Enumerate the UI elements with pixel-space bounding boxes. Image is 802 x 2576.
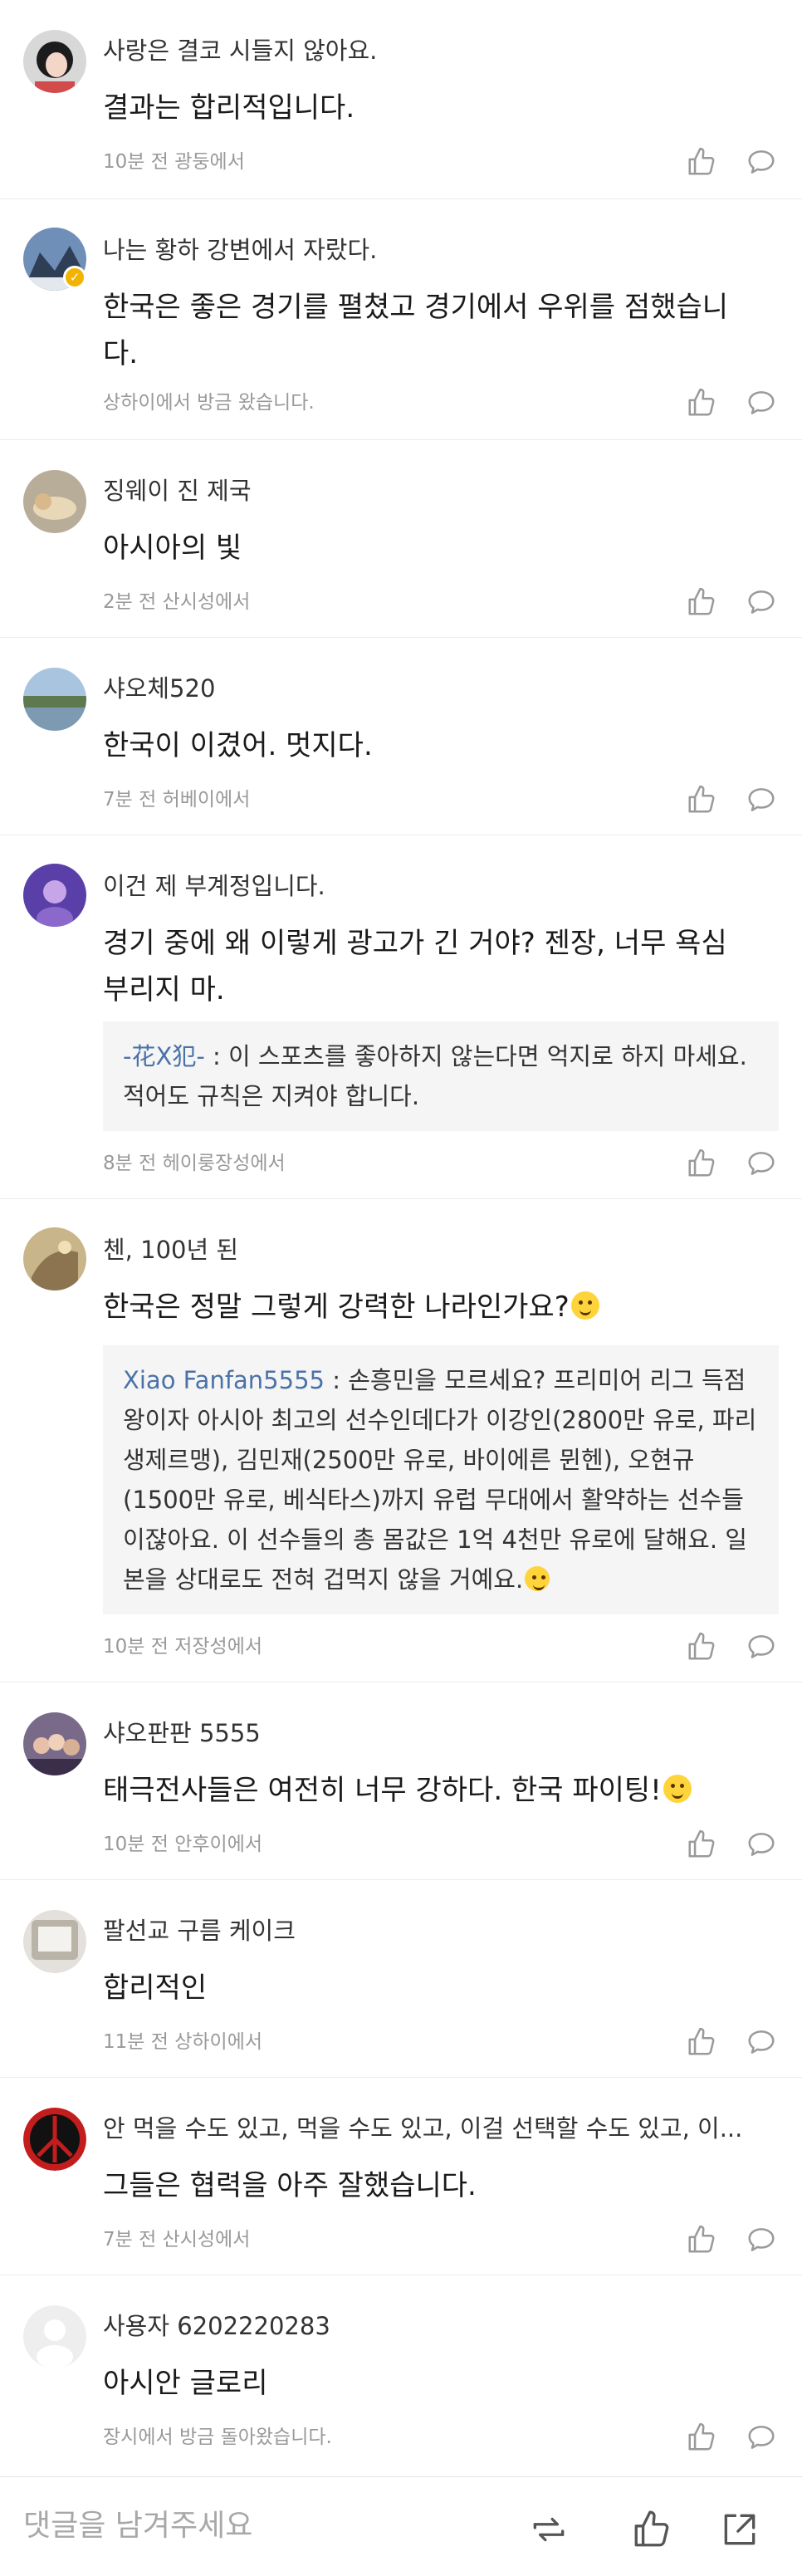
comment-item: 샤오판판 5555 태극전사들은 여전히 너무 강하다. 한국 파이팅! 10분… bbox=[0, 1682, 802, 1880]
avatar[interactable] bbox=[23, 1712, 86, 1775]
comment-username[interactable]: 첸, 100년 된 bbox=[103, 1234, 769, 1266]
comment-item: 첸, 100년 된 한국은 정말 그렇게 강력한 나라인가요? Xiao Fan… bbox=[0, 1199, 802, 1682]
comment-meta: 10분 전 광둥에서 bbox=[103, 151, 245, 173]
reply-username[interactable]: -花X犯- bbox=[123, 1042, 205, 1070]
comment-input[interactable]: 댓글을 남겨주세요 bbox=[23, 2505, 252, 2547]
like-icon[interactable] bbox=[686, 784, 717, 815]
like-icon[interactable] bbox=[686, 387, 717, 419]
comment-meta: 7분 전 허베이에서 bbox=[103, 789, 251, 811]
like-icon[interactable] bbox=[686, 1148, 717, 1179]
reply-icon[interactable] bbox=[746, 387, 777, 419]
comment-feed: 사랑은 결코 시들지 않아요. 결과는 합리적입니다. 10분 전 광둥에서 ✓… bbox=[0, 0, 802, 2476]
like-icon[interactable] bbox=[686, 2422, 717, 2453]
repost-icon[interactable] bbox=[528, 2509, 570, 2550]
comment-username[interactable]: 징웨이 진 제국 bbox=[103, 475, 769, 507]
reply-icon[interactable] bbox=[746, 146, 777, 178]
comment-meta: 2분 전 산시성에서 bbox=[103, 591, 251, 613]
avatar[interactable] bbox=[23, 668, 86, 731]
reply-box[interactable]: Xiao Fanfan5555 : 손흥민을 모르세요? 프리미어 리그 득점왕… bbox=[103, 1345, 779, 1614]
share-icon[interactable] bbox=[719, 2509, 760, 2550]
comment-text: 한국은 좋은 경기를 펼쳤고 경기에서 우위를 점했습니다. bbox=[103, 291, 729, 370]
avatar[interactable] bbox=[23, 2305, 86, 2368]
avatar[interactable] bbox=[23, 2108, 86, 2171]
comment-text: 결과는 합리적입니다. bbox=[103, 91, 355, 125]
reply-icon[interactable] bbox=[746, 2422, 777, 2453]
comment-text: 태극전사들은 여전히 너무 강하다. 한국 파이팅! bbox=[103, 1767, 756, 1814]
reply-icon[interactable] bbox=[746, 1148, 777, 1179]
like-icon[interactable] bbox=[631, 2509, 672, 2550]
comment-item: 이건 제 부계정입니다. 경기 중에 왜 이렇게 광고가 긴 거야? 젠장, 너… bbox=[0, 835, 802, 1199]
comment-username[interactable]: 팔선교 구름 케이크 bbox=[103, 1915, 769, 1947]
reply-icon[interactable] bbox=[746, 1631, 777, 1663]
reply-separator: : bbox=[204, 1042, 229, 1070]
reply-icon[interactable] bbox=[746, 2224, 777, 2255]
reply-icon[interactable] bbox=[746, 586, 777, 618]
like-icon[interactable] bbox=[686, 1631, 717, 1663]
comment-meta: 10분 전 저장성에서 bbox=[103, 1636, 263, 1658]
comment-username[interactable]: 샤오판판 5555 bbox=[103, 1717, 769, 1749]
kiss-emoji-icon bbox=[663, 1775, 692, 1803]
comment-username[interactable]: 사랑은 결코 시들지 않아요. bbox=[103, 35, 769, 66]
reply-icon[interactable] bbox=[746, 2026, 777, 2058]
comment-text: 그들은 협력을 아주 잘했습니다. bbox=[103, 2169, 477, 2202]
avatar[interactable] bbox=[23, 1910, 86, 1973]
like-icon[interactable] bbox=[686, 2026, 717, 2058]
comment-meta: 10분 전 안후이에서 bbox=[103, 1834, 263, 1855]
reply-icon[interactable] bbox=[746, 1829, 777, 1860]
like-icon[interactable] bbox=[686, 2224, 717, 2255]
comment-meta: 장시에서 방금 돌아왔습니다. bbox=[103, 2427, 332, 2448]
comment-text: 아시아의 빛 bbox=[103, 531, 242, 565]
bottom-bar: 댓글을 남겨주세요 bbox=[0, 2476, 802, 2576]
comment-text: 한국이 이겼어. 멋지다. bbox=[103, 729, 373, 762]
comment-username[interactable]: 샤오체520 bbox=[103, 673, 769, 704]
comment-item: 팔선교 구름 케이크 합리적인 11분 전 상하이에서 bbox=[0, 1880, 802, 2078]
avatar[interactable] bbox=[23, 470, 86, 533]
comment-item: 사용자 6202220283 아시안 글로리 장시에서 방금 돌아왔습니다. bbox=[0, 2275, 802, 2476]
comment-meta: 11분 전 상하이에서 bbox=[103, 2031, 263, 2053]
comment-username[interactable]: 나는 황하 강변에서 자랐다. bbox=[103, 234, 769, 266]
avatar[interactable] bbox=[23, 1227, 86, 1290]
like-icon[interactable] bbox=[686, 1829, 717, 1860]
comment-text: 아시안 글로리 bbox=[103, 2367, 268, 2400]
reply-icon[interactable] bbox=[746, 784, 777, 815]
smirk-emoji-icon bbox=[525, 1566, 550, 1591]
comment-text: 한국은 정말 그렇게 강력한 나라인가요? bbox=[103, 1284, 756, 1330]
comment-item: 사랑은 결코 시들지 않아요. 결과는 합리적입니다. 10분 전 광둥에서 bbox=[0, 0, 802, 199]
reply-username[interactable]: Xiao Fanfan5555 bbox=[123, 1366, 325, 1394]
comment-meta: 7분 전 산시성에서 bbox=[103, 2229, 251, 2250]
reply-text: 손흥민을 모르세요? 프리미어 리그 득점왕이자 아시아 최고의 선수인데다가 … bbox=[123, 1366, 757, 1594]
comment-item: 안 먹을 수도 있고, 먹을 수도 있고, 이걸 선택할 수도 있고, 이...… bbox=[0, 2078, 802, 2275]
like-icon[interactable] bbox=[686, 146, 717, 178]
verified-badge-icon: ✓ bbox=[63, 266, 86, 289]
avatar[interactable] bbox=[23, 864, 86, 927]
laughing-emoji-icon bbox=[570, 1291, 599, 1320]
comment-text: 경기 중에 왜 이렇게 광고가 긴 거야? 젠장, 너무 욕심 부리지 마. bbox=[103, 927, 727, 1006]
comment-text-body: 태극전사들은 여전히 너무 강하다. 한국 파이팅! bbox=[103, 1774, 662, 1807]
comment-item: ✓ 나는 황하 강변에서 자랐다. 한국은 좋은 경기를 펼쳤고 경기에서 우위… bbox=[0, 199, 802, 440]
comment-item: 징웨이 진 제국 아시아의 빛 2분 전 산시성에서 bbox=[0, 440, 802, 638]
comment-text-body: 한국은 정말 그렇게 강력한 나라인가요? bbox=[103, 1290, 570, 1324]
reply-separator: : bbox=[325, 1366, 349, 1394]
comment-meta: 8분 전 헤이룽장성에서 bbox=[103, 1153, 286, 1174]
comment-item: 샤오체520 한국이 이겼어. 멋지다. 7분 전 허베이에서 bbox=[0, 638, 802, 835]
comment-username[interactable]: 이건 제 부계정입니다. bbox=[103, 870, 769, 902]
comment-meta: 상하이에서 방금 왔습니다. bbox=[103, 392, 315, 414]
reply-box[interactable]: -花X犯- : 이 스포츠를 좋아하지 않는다면 억지로 하지 마세요. 적어도… bbox=[103, 1021, 779, 1131]
comment-text: 합리적인 bbox=[103, 1971, 208, 2005]
avatar[interactable] bbox=[23, 30, 86, 93]
comment-username[interactable]: 안 먹을 수도 있고, 먹을 수도 있고, 이걸 선택할 수도 있고, 이... bbox=[103, 2113, 769, 2144]
comment-username[interactable]: 사용자 6202220283 bbox=[103, 2310, 769, 2342]
like-icon[interactable] bbox=[686, 586, 717, 618]
